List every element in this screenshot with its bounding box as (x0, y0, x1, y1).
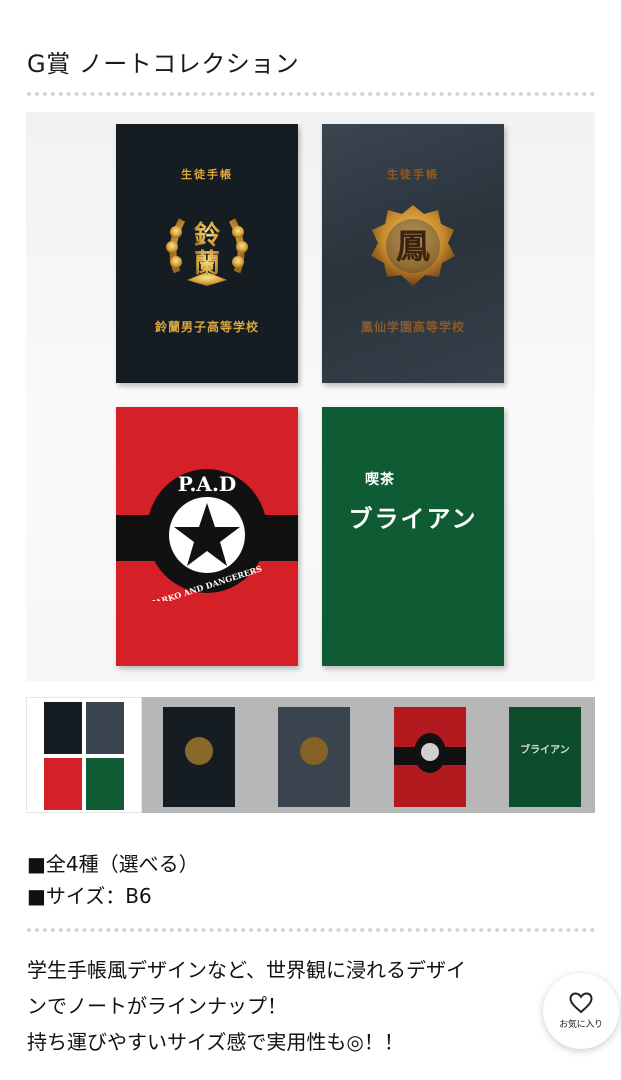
notebook-school: 鈴蘭男子高等学校 (154, 320, 259, 334)
mini-book (86, 758, 124, 810)
notebook-suzuran: 生徒手帳 鈴 蘭 鈴蘭男子高等学校 (116, 124, 298, 383)
favorite-button[interactable]: お気に入り (543, 973, 619, 1049)
notebook-label: 生徒手帳 (387, 168, 439, 181)
notebook-pad: P.A.D PARKO AND DANGERERS (116, 407, 298, 666)
mini-emblem (185, 737, 213, 765)
notebook-kissa-text: 喫茶 (365, 472, 395, 488)
svg-text:蘭: 蘭 (194, 249, 220, 279)
thumbnail-brian[interactable]: ブライアン (509, 707, 581, 807)
mini-emblem-center (421, 743, 439, 761)
description-line: ンでノートがラインナップ！ (27, 994, 287, 1018)
page-title: G賞 ノートコレクション (27, 50, 300, 78)
thumbnail-housen[interactable] (278, 707, 350, 807)
favorite-label: お気に入り (559, 1020, 603, 1030)
description-line: 持ち運びやすいサイズ感で実用性も◎！！ (27, 1030, 404, 1054)
divider (27, 92, 595, 96)
notebook-label: 生徒手帳 (181, 168, 233, 181)
spec-list: ■全4種（選べる） ■サイズ：B6 (27, 848, 199, 912)
svg-text:鳳: 鳳 (396, 227, 430, 267)
mini-book (44, 758, 82, 810)
thumbnail-pad[interactable] (394, 707, 466, 807)
mini-emblem (300, 737, 328, 765)
description-line: 学生手帳風デザインなど、世界観に浸れるデザイ (27, 958, 466, 982)
notebook-brian-text: ブライアン (348, 505, 478, 533)
divider (27, 928, 595, 932)
notebook-housen: 生徒手帳 鳳 鳳仙学園高等学校 (322, 124, 504, 383)
pad-star-emblem-icon: P.A.D PARKO AND DANGERERS (147, 469, 267, 601)
notebook-brian: 喫茶 ブライアン (322, 407, 504, 666)
thumbnail-singles[interactable]: ブライアン (142, 697, 595, 813)
product-main-image[interactable]: 生徒手帳 鈴 蘭 鈴蘭男子高等学校 生徒手帳 鳳 鳳仙学園高等学校 P.A.D … (26, 112, 595, 681)
thumbnail-all[interactable] (26, 697, 142, 813)
svg-text:鈴: 鈴 (194, 220, 221, 251)
mini-book (44, 702, 82, 754)
spec-count: ■全4種（選べる） (27, 852, 199, 876)
product-description: 学生手帳風デザインなど、世界観に浸れるデザイ ンでノートがラインナップ！ 持ち運… (27, 952, 575, 1060)
thumbnail-strip: ブライアン (26, 697, 595, 813)
mini-book (86, 702, 124, 754)
spec-size: ■サイズ：B6 (27, 884, 152, 908)
pad-text: P.A.D (178, 472, 237, 496)
suzuran-emblem-icon: 鈴 蘭 (166, 218, 248, 286)
thumbnail-suzuran[interactable] (163, 707, 235, 807)
mini-brian-text: ブライアン (520, 745, 570, 756)
housen-emblem-icon: 鳳 (371, 205, 455, 286)
notebook-school: 鳳仙学園高等学校 (360, 320, 465, 334)
heart-icon (569, 992, 593, 1014)
